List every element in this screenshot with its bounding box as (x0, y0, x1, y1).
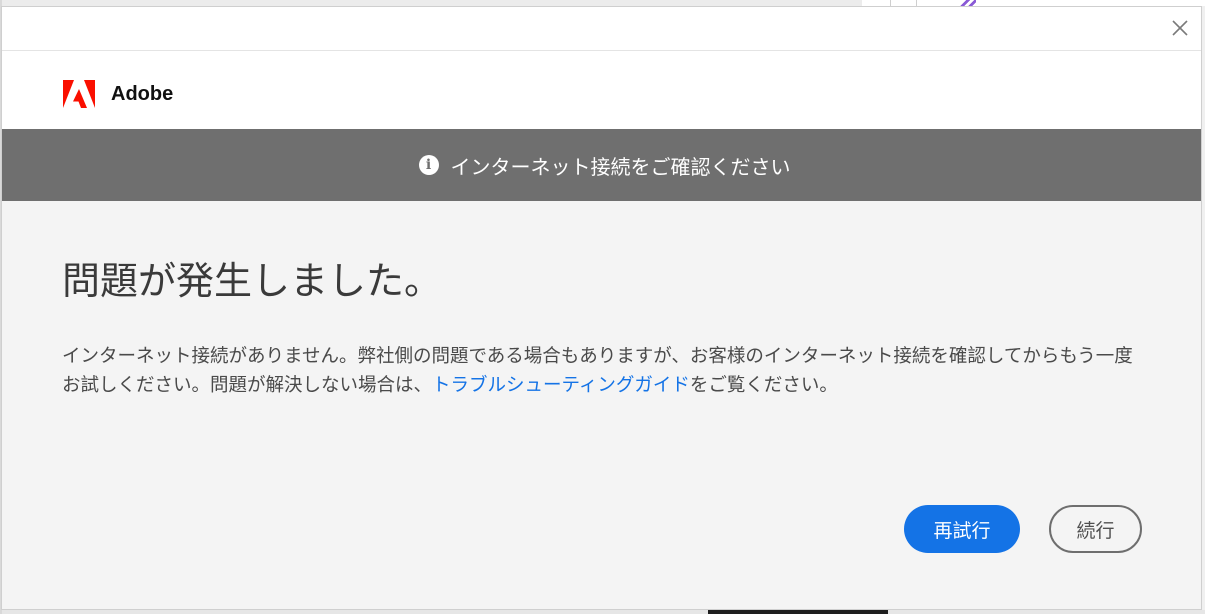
error-message: インターネット接続がありません。弊社側の問題である場合もありますが、お客様のイン… (62, 342, 1142, 400)
continue-button[interactable]: 続行 (1049, 505, 1142, 553)
background-bottom-strip (0, 610, 1205, 614)
brand-header: Adobe (2, 51, 1201, 129)
error-heading: 問題が発生しました。 (62, 259, 443, 303)
message-text-end: をご覧ください。 (689, 375, 838, 396)
background-dark-region (708, 610, 888, 614)
dialog-titlebar (2, 7, 1201, 51)
adobe-logo-icon (63, 80, 95, 108)
close-button[interactable] (1169, 17, 1191, 39)
retry-button[interactable]: 再試行 (904, 505, 1020, 553)
close-icon (1172, 20, 1188, 36)
connection-notice-banner: i インターネット接続をご確認ください (2, 129, 1201, 201)
notice-text: インターネット接続をご確認ください (450, 154, 791, 179)
brand-name: Adobe (111, 83, 174, 105)
connection-error-dialog: Adobe i インターネット接続をご確認ください 問題が発生しました。 インタ… (1, 6, 1202, 610)
troubleshooting-guide-link[interactable]: トラブルシューティングガイド (432, 375, 690, 396)
info-icon: i (418, 155, 439, 175)
